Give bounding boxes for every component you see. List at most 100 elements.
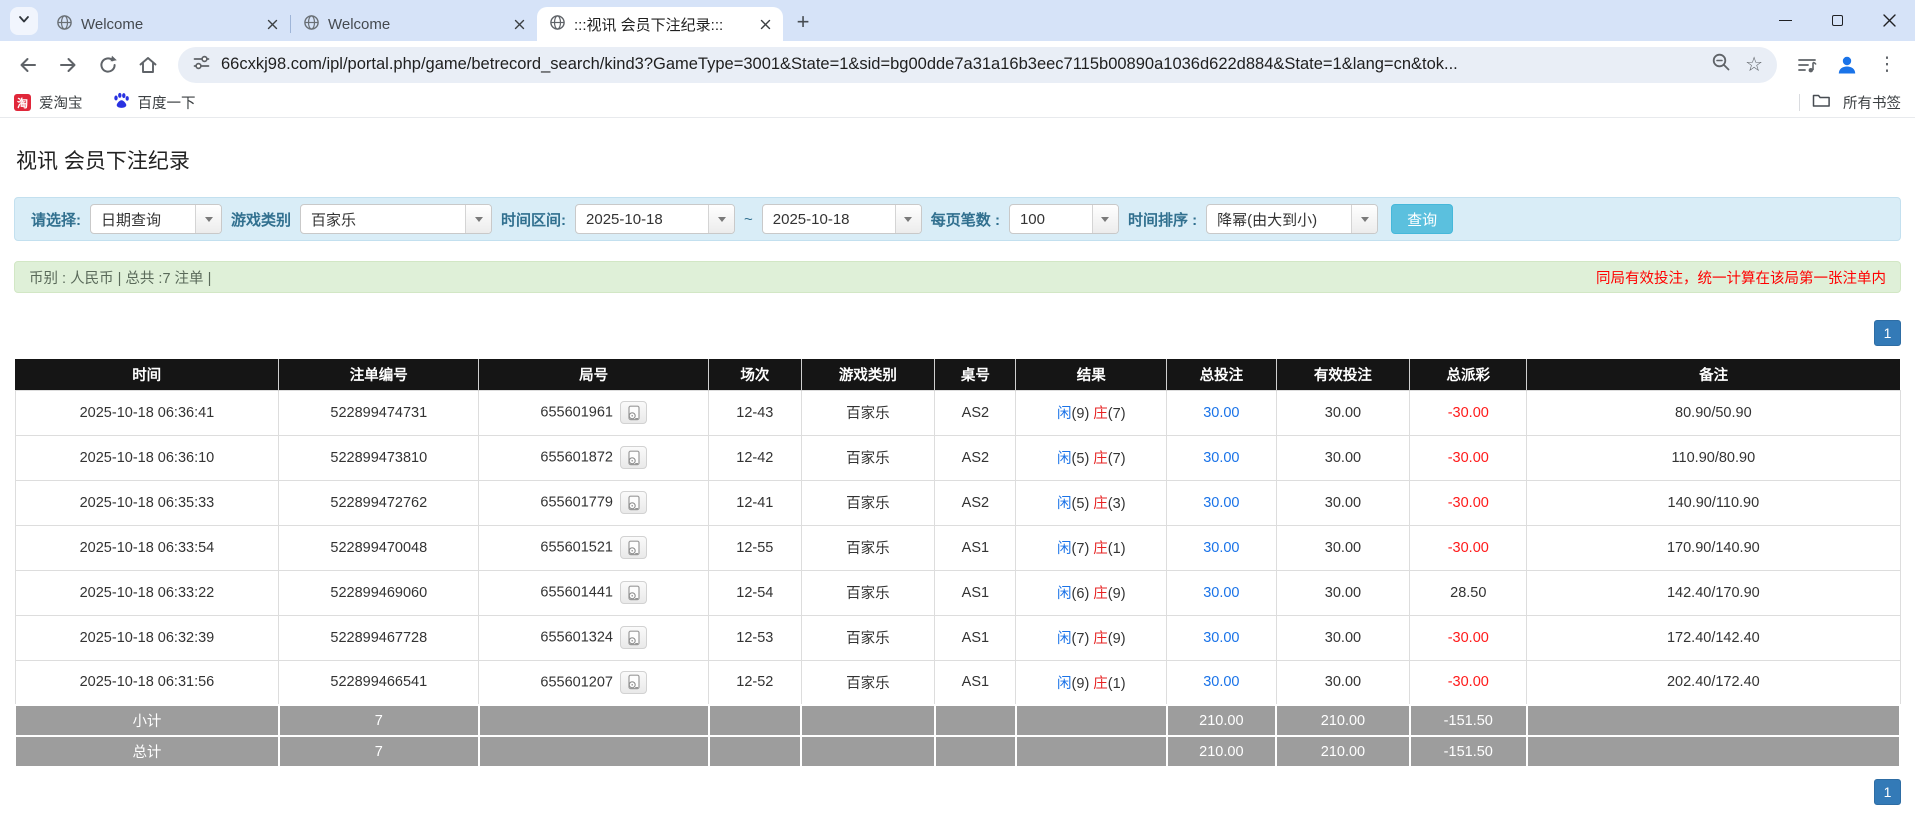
result-score: (5)	[1072, 496, 1094, 512]
total-bet-link[interactable]: 30.00	[1203, 585, 1239, 601]
result-score: (1)	[1108, 676, 1126, 692]
tab-betrecord-active[interactable]: :::视讯 会员下注纪录:::	[537, 7, 783, 41]
total-bet-link[interactable]: 30.00	[1203, 405, 1239, 421]
site-info-icon[interactable]	[192, 53, 211, 77]
chevron-down-icon[interactable]	[1092, 205, 1118, 233]
total-payout: -151.50	[1410, 705, 1527, 736]
date-to-select[interactable]: 2025-10-18	[762, 204, 922, 234]
total-bet-link[interactable]: 30.00	[1203, 630, 1239, 646]
cell-note: 172.40/142.40	[1527, 615, 1900, 660]
cell-payout: -30.00	[1410, 615, 1527, 660]
column-header: 结果	[1016, 359, 1167, 390]
game-type-select[interactable]: 百家乐	[300, 204, 492, 234]
globe-icon	[56, 14, 73, 35]
result-player: 闲	[1057, 496, 1072, 512]
back-button[interactable]	[10, 47, 46, 83]
media-controls-icon[interactable]	[1789, 47, 1825, 83]
home-button[interactable]	[130, 47, 166, 83]
video-replay-icon[interactable]	[620, 446, 647, 469]
video-replay-icon[interactable]	[620, 581, 647, 604]
cell-result: 闲(9) 庄(1)	[1016, 660, 1167, 705]
page-content: 视讯 会员下注纪录 请选择: 日期查询 游戏类别 百家乐 时间区间: 2025-…	[0, 145, 1915, 805]
close-button[interactable]	[1863, 0, 1915, 41]
total-cell	[801, 736, 935, 767]
chevron-down-icon[interactable]	[195, 205, 221, 233]
column-header: 局号	[479, 359, 709, 390]
cell-note: 202.40/172.40	[1527, 660, 1900, 705]
total-bet-link[interactable]: 30.00	[1203, 674, 1239, 690]
bookmark-star-icon[interactable]: ☆	[1745, 55, 1763, 75]
video-replay-icon[interactable]	[620, 626, 647, 649]
folder-icon	[1812, 92, 1831, 113]
cell-bet-id: 522899473810	[279, 435, 479, 480]
column-header: 桌号	[935, 359, 1016, 390]
chevron-down-icon[interactable]	[708, 205, 734, 233]
page-size-select[interactable]: 100	[1009, 204, 1119, 234]
video-replay-icon[interactable]	[620, 491, 647, 514]
total-cell: 210.00	[1167, 705, 1276, 736]
cell-table-no: AS1	[935, 660, 1016, 705]
cell-result: 闲(5) 庄(3)	[1016, 480, 1167, 525]
new-tab-button[interactable]: +	[789, 8, 817, 36]
cell-game-type: 百家乐	[801, 435, 935, 480]
forward-button[interactable]	[50, 47, 86, 83]
tab-welcome-1[interactable]: Welcome	[44, 7, 290, 41]
url-text[interactable]: 66cxkj98.com/ipl/portal.php/game/betreco…	[221, 55, 1458, 74]
cell-total-bet: 30.00	[1167, 615, 1276, 660]
query-mode-select[interactable]: 日期查询	[90, 204, 222, 234]
result-player: 闲	[1057, 406, 1072, 422]
video-replay-icon[interactable]	[620, 401, 647, 424]
chevron-down-icon[interactable]	[465, 205, 491, 233]
zoom-icon[interactable]	[1711, 52, 1731, 77]
time-range-label: 时间区间:	[501, 209, 566, 230]
cell-note: 140.90/110.90	[1527, 480, 1900, 525]
url-bar[interactable]: 66cxkj98.com/ipl/portal.php/game/betreco…	[178, 47, 1777, 83]
bookmark-label: 百度一下	[138, 92, 196, 113]
window-controls	[1759, 0, 1915, 41]
maximize-button[interactable]	[1811, 0, 1863, 41]
cell-round: 655601441	[479, 570, 709, 615]
result-banker: 庄	[1093, 496, 1108, 512]
cell-note: 110.90/80.90	[1527, 435, 1900, 480]
cell-time: 2025-10-18 06:35:33	[15, 480, 279, 525]
tab-close-icon[interactable]	[262, 14, 282, 34]
tab-close-icon[interactable]	[509, 14, 529, 34]
chevron-down-icon[interactable]	[895, 205, 921, 233]
tab-welcome-2[interactable]: Welcome	[291, 7, 537, 41]
video-replay-icon[interactable]	[620, 671, 647, 694]
browser-window: Welcome Welcome :::视讯 会员下注纪录::: +	[0, 0, 1915, 118]
search-button[interactable]: 查询	[1391, 204, 1453, 234]
profile-avatar[interactable]	[1829, 47, 1865, 83]
minimize-button[interactable]	[1759, 0, 1811, 41]
select-mode-label: 请选择:	[31, 209, 81, 230]
pagination-page-1-bottom[interactable]: 1	[1874, 779, 1901, 805]
cell-time: 2025-10-18 06:32:39	[15, 615, 279, 660]
globe-icon	[303, 14, 320, 35]
sort-select[interactable]: 降幂(由大到小)	[1206, 204, 1378, 234]
tab-search-button[interactable]	[10, 7, 38, 35]
cell-session: 12-43	[709, 390, 801, 435]
cell-game-type: 百家乐	[801, 660, 935, 705]
bookmark-baidu[interactable]: 百度一下	[113, 92, 196, 113]
page-size-label: 每页笔数 :	[931, 209, 1000, 230]
cell-table-no: AS1	[935, 615, 1016, 660]
total-bet-link[interactable]: 30.00	[1203, 450, 1239, 466]
cell-valid-bet: 30.00	[1276, 480, 1410, 525]
result-score: (5)	[1072, 451, 1094, 467]
bookmark-aitaobao[interactable]: 淘 爱淘宝	[14, 92, 83, 113]
date-from-select[interactable]: 2025-10-18	[575, 204, 735, 234]
bookmarks-separator	[1799, 94, 1800, 111]
reload-button[interactable]	[90, 47, 126, 83]
cell-round: 655601521	[479, 525, 709, 570]
date-range-tilde: ~	[744, 211, 753, 228]
cell-bet-id: 522899467728	[279, 615, 479, 660]
video-replay-icon[interactable]	[620, 536, 647, 559]
tab-close-icon[interactable]	[755, 14, 775, 34]
pagination-page-1-top[interactable]: 1	[1874, 320, 1901, 346]
total-bet-link[interactable]: 30.00	[1203, 540, 1239, 556]
all-bookmarks-label[interactable]: 所有书签	[1843, 92, 1901, 113]
menu-kebab-icon[interactable]: ⋮	[1869, 47, 1905, 83]
chevron-down-icon[interactable]	[1351, 205, 1377, 233]
total-bet-link[interactable]: 30.00	[1203, 495, 1239, 511]
records-table: 时间注单编号局号场次游戏类别桌号结果总投注有效投注总派彩备注 2025-10-1…	[14, 359, 1901, 768]
